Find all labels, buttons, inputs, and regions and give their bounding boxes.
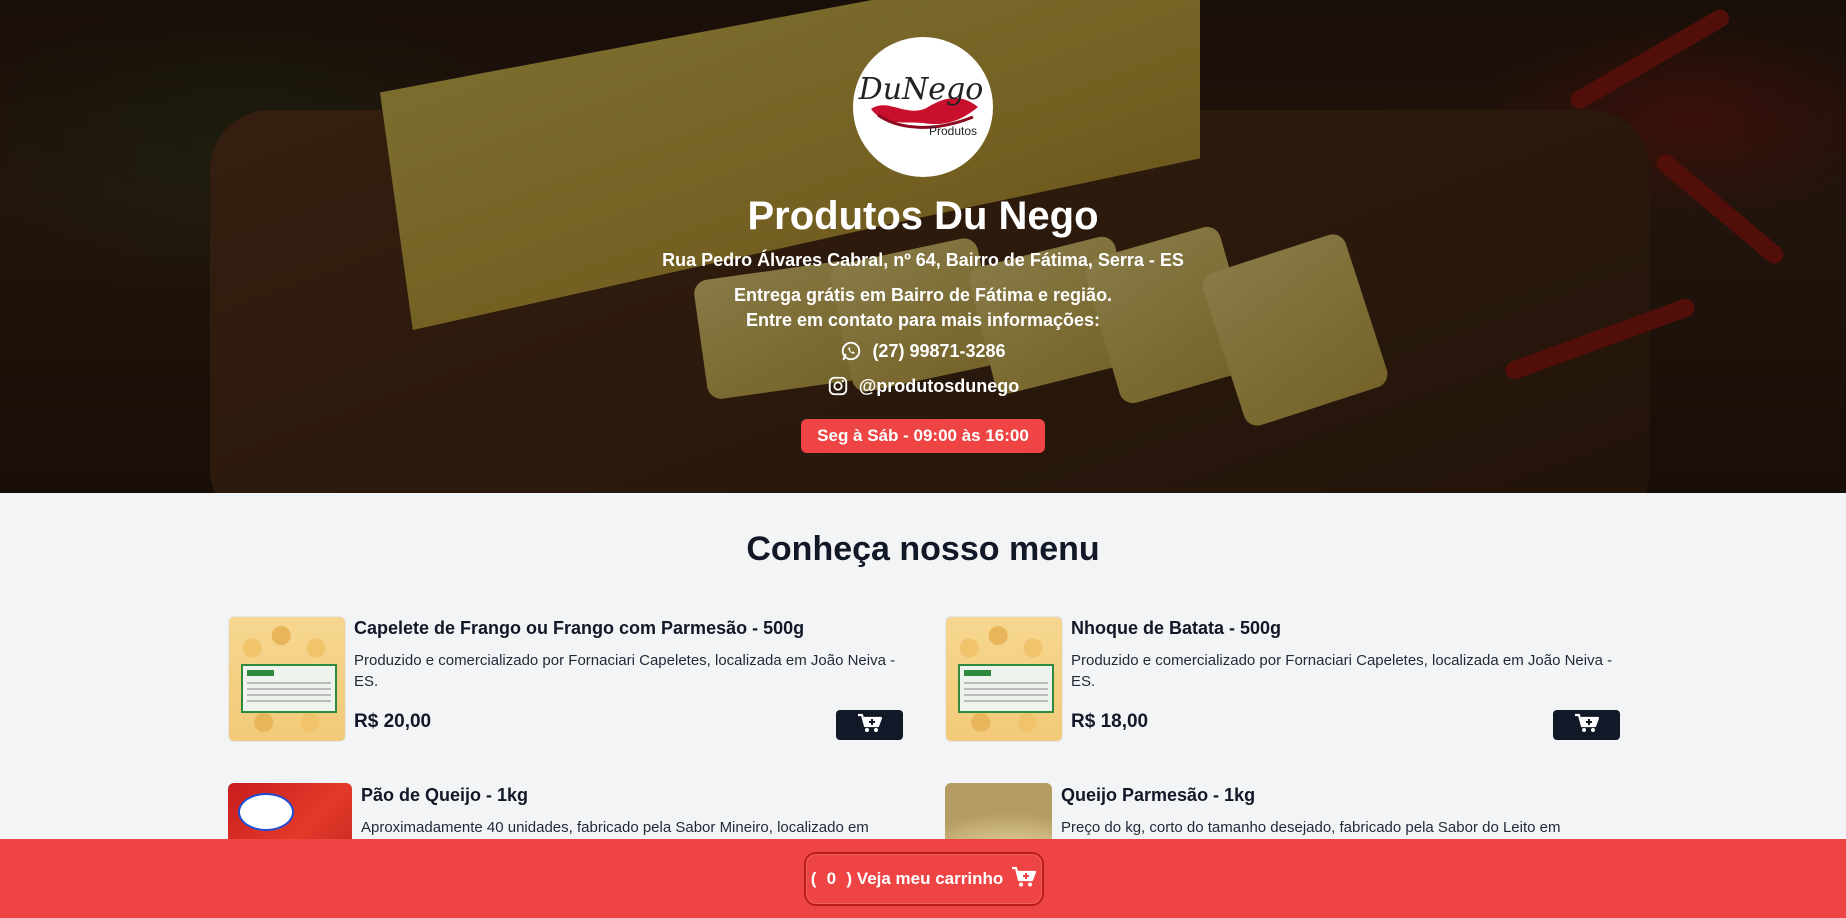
cart-icon — [1011, 866, 1037, 893]
opening-hours-badge: Seg à Sáb - 09:00 às 16:00 — [801, 419, 1045, 453]
phone-number: (27) 99871-3286 — [872, 340, 1006, 361]
contact-info: Entre em contato para mais informações: — [745, 310, 1101, 330]
store-name: Produtos Du Nego — [747, 194, 1099, 238]
svg-text:Produtos: Produtos — [929, 124, 977, 138]
product-name: Queijo Parmesão - 1kg — [1061, 785, 1256, 805]
product-description: Produzido e comercializado por Fornaciar… — [1071, 652, 1613, 690]
cart-plus-icon — [1574, 713, 1600, 738]
instagram-icon — [827, 375, 849, 397]
delivery-info: Entrega grátis em Bairro de Fátima e reg… — [733, 285, 1113, 305]
product-price: R$ 20,00 — [354, 711, 432, 732]
product-description: Produzido e comercializado por Fornaciar… — [354, 652, 896, 690]
cart-open-paren: ( — [810, 869, 817, 888]
add-to-cart-button[interactable] — [836, 710, 903, 740]
product-card: Nhoque de Batata - 500g Produzido e come… — [945, 616, 1620, 742]
cart-label: ) Veja meu carrinho — [846, 869, 1004, 888]
product-name: Nhoque de Batata - 500g — [1071, 618, 1282, 638]
add-to-cart-button[interactable] — [1553, 710, 1620, 740]
phone-link[interactable]: (27) 99871-3286 — [0, 340, 1846, 362]
whatsapp-icon — [840, 340, 862, 362]
product-image — [228, 616, 346, 742]
cart-plus-icon — [857, 713, 883, 738]
product-name: Pão de Queijo - 1kg — [361, 785, 529, 805]
product-description: Preço do kg, corto do tamanho desejado, … — [1061, 819, 1561, 836]
view-cart-button[interactable]: ( 0 ) Veja meu carrinho — [804, 852, 1044, 906]
hero-banner: DuNego Produtos Produtos Du Nego Rua Ped… — [0, 0, 1846, 493]
product-image — [945, 616, 1063, 742]
product-name: Capelete de Frango ou Frango com Parmesã… — [354, 618, 805, 638]
store-address: Rua Pedro Álvares Cabral, nº 64, Bairro … — [662, 250, 1184, 270]
menu-title: Conheça nosso menu — [746, 530, 1100, 568]
svg-text:DuNego: DuNego — [858, 72, 984, 107]
product-card: Capelete de Frango ou Frango com Parmesã… — [228, 616, 903, 742]
cart-count: 0 — [826, 869, 837, 888]
store-logo: DuNego Produtos — [853, 37, 993, 177]
cart-bar: ( 0 ) Veja meu carrinho — [0, 839, 1846, 918]
product-price: R$ 18,00 — [1071, 711, 1149, 732]
instagram-handle: @produtosdunego — [858, 375, 1020, 396]
instagram-link[interactable]: @produtosdunego — [0, 375, 1846, 397]
product-description: Aproximadamente 40 unidades, fabricado p… — [361, 819, 869, 836]
